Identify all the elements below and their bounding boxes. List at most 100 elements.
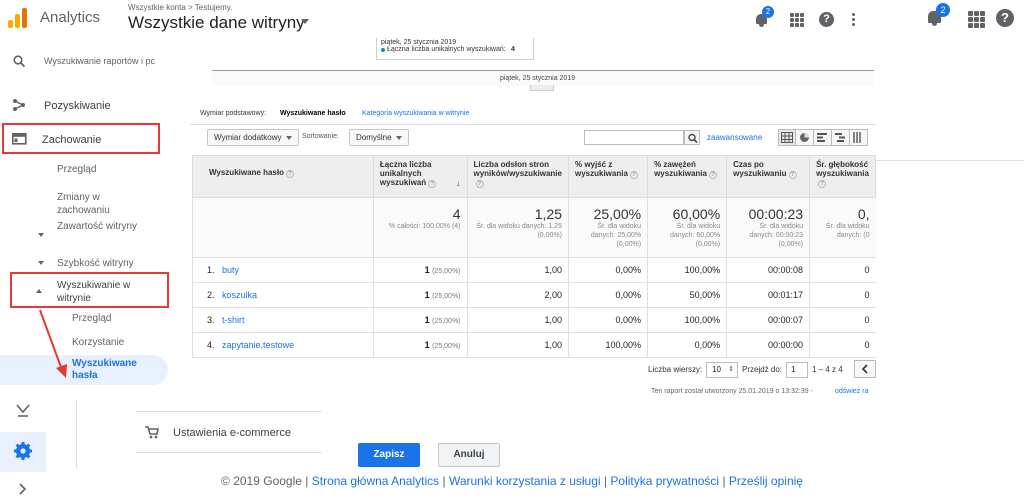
- sort-desc-arrow-icon[interactable]: ↓: [456, 178, 461, 188]
- top-bar: Analytics Wszystkie konta > Testujemy. W…: [0, 0, 1024, 40]
- totals-row: 4% całości: 100,00% (4) 1,25 Śr. dla wido…: [192, 197, 876, 258]
- column-header-time-after-search[interactable]: Czas po wyszukiwaniu?: [726, 155, 811, 198]
- cancel-button[interactable]: Anuluj: [438, 443, 500, 467]
- help-icon[interactable]: ?: [428, 180, 437, 188]
- apps-grid-icon-right[interactable]: [968, 11, 985, 28]
- help-icon[interactable]: ?: [819, 12, 834, 27]
- help-icon-right[interactable]: ?: [996, 9, 1014, 27]
- sidebar-item-search-terms[interactable]: Wyszukiwane hasła: [72, 358, 152, 382]
- sort-dropdown[interactable]: Domyślne: [349, 129, 409, 146]
- totals-cell: 60,00% Śr. dla widoku danych: 60,00% (0,0…: [647, 197, 727, 258]
- column-header-search-term[interactable]: Wyszukiwane hasło?: [192, 155, 374, 198]
- performance-view-icon[interactable]: [814, 129, 832, 146]
- table-row: 3. t-shirt 1 (25,00%) 1,00 0,00% 100,00%…: [192, 307, 876, 333]
- search-term-link[interactable]: zapytanie,testowe: [222, 340, 294, 350]
- comparison-view-icon[interactable]: [832, 129, 850, 146]
- expand-arrow-icon[interactable]: [38, 233, 44, 237]
- discover-icon[interactable]: [16, 404, 30, 418]
- goto-page-input[interactable]: 1: [786, 362, 808, 378]
- column-header-unique-searches[interactable]: Łączna liczba unikalnych wyszukiwań? ↓: [372, 155, 468, 198]
- primary-dimension-label: Wymiar podstawowy:: [200, 110, 267, 117]
- table-row: 4. zapytanie,testowe 1 (25,00%) 1,00 100…: [192, 332, 876, 358]
- ecommerce-settings-link[interactable]: Ustawienia e-commerce: [173, 427, 291, 439]
- analytics-logo-icon[interactable]: [8, 6, 30, 28]
- help-icon[interactable]: ?: [286, 170, 294, 178]
- goto-label: Przejdź do:: [742, 365, 783, 374]
- column-header-result-pageviews[interactable]: Liczba odsłon stron wyników/wyszukiwanie…: [466, 155, 569, 198]
- search-term-link[interactable]: t-shirt: [222, 315, 245, 325]
- column-header-search-refinements[interactable]: % zawężeń wyszukiwania?: [647, 155, 728, 198]
- behavior-icon: [12, 133, 27, 145]
- sidebar-item-search-overview[interactable]: Przegląd: [72, 313, 111, 324]
- sidebar-item-behavior[interactable]: Zachowanie: [42, 134, 101, 146]
- notification-badge-right: 2: [936, 3, 950, 17]
- table-filter-input[interactable]: [584, 130, 684, 145]
- notification-badge: 2: [762, 6, 774, 18]
- sidebar: Wyszukiwanie raportów i pc Pozyskiwanie …: [0, 40, 190, 398]
- chart-x-label: piątek, 25 stycznia 2019: [500, 75, 576, 82]
- tooltip-date: piątek, 25 stycznia 2019: [381, 39, 457, 46]
- page-range: 1 – 4 z 4: [812, 365, 843, 374]
- sidebar-item-acquisition[interactable]: Pozyskiwanie: [44, 100, 111, 112]
- search-icon: [13, 55, 25, 67]
- shopping-cart-icon: [145, 426, 159, 439]
- collapse-arrow-icon[interactable]: [36, 289, 42, 293]
- search-icon: [688, 133, 698, 144]
- save-button[interactable]: Zapisz: [358, 443, 420, 467]
- app-name: Analytics: [40, 9, 101, 26]
- sidebar-item-site-content[interactable]: Zawartość witryny: [57, 220, 137, 233]
- panel-divider: [136, 452, 322, 453]
- footer-terms-link[interactable]: Warunki korzystania z usługi: [449, 474, 601, 488]
- table-row: 2. koszulka 1 (25,00%) 2,00 0,00% 50,00%…: [192, 282, 876, 308]
- alt-dimension-link[interactable]: Kategoria wyszukiwania w witrynie: [362, 110, 469, 117]
- property-selector[interactable]: Wszystkie dane witryny: [128, 13, 305, 33]
- table-view-icon[interactable]: [778, 129, 796, 146]
- chevron-left-icon: [861, 364, 868, 374]
- sidebar-item-overview[interactable]: Przegląd: [57, 164, 96, 175]
- help-icon[interactable]: ?: [818, 180, 827, 188]
- footer-privacy-link[interactable]: Polityka prywatności: [610, 474, 719, 488]
- secondary-dimension-dropdown[interactable]: Wymiar dodatkowy: [207, 129, 299, 146]
- footer-feedback-link[interactable]: Prześlij opinię: [729, 474, 803, 488]
- divider: [876, 160, 1024, 161]
- chevron-down-icon: [285, 135, 292, 140]
- help-icon[interactable]: ?: [629, 171, 638, 179]
- report-search-input[interactable]: Wyszukiwanie raportów i pc: [44, 56, 155, 66]
- pie-view-icon[interactable]: [796, 129, 814, 146]
- rows-per-page-select[interactable]: 10 ⇕: [706, 362, 738, 378]
- totals-cell: 1,25 Śr. dla widoku danych: 1,25 (0,00%): [466, 197, 569, 258]
- chevron-down-icon[interactable]: [301, 19, 309, 24]
- breadcrumb[interactable]: Wszystkie konta > Testujemy.: [128, 3, 232, 12]
- admin-gear-icon[interactable]: [14, 442, 32, 460]
- filter-search-button[interactable]: [684, 130, 700, 145]
- sort-label: Sortowanie:: [302, 133, 339, 140]
- report-generated-text: Ten raport został utworzony 25.01.2019 o…: [651, 388, 813, 395]
- previous-page-button[interactable]: [854, 360, 876, 378]
- advanced-filter-link[interactable]: zaawansowane: [707, 133, 762, 142]
- totals-cell: 0, Śr. dla widoku danych: (0: [809, 197, 876, 258]
- sidebar-item-site-search[interactable]: Wyszukiwanie w witrynie: [57, 279, 152, 305]
- sidebar-item-site-speed[interactable]: Szybkość witryny: [57, 258, 134, 269]
- help-icon[interactable]: ?: [708, 171, 717, 179]
- annotation-arrow: [39, 309, 67, 378]
- more-vert-icon[interactable]: [852, 13, 856, 27]
- chart-drag-handle[interactable]: [530, 85, 554, 91]
- totals-cell: 25,00% Śr. dla widoku danych: 25,00% (0,0…: [567, 197, 648, 258]
- apps-grid-icon[interactable]: [790, 13, 804, 27]
- column-header-search-exits[interactable]: % wyjść z wyszukiwania?: [567, 155, 649, 198]
- sidebar-item-usage[interactable]: Korzystanie: [72, 337, 124, 348]
- help-icon[interactable]: ?: [475, 180, 484, 188]
- pivot-view-icon[interactable]: [850, 129, 868, 146]
- search-term-link[interactable]: buty: [222, 265, 239, 275]
- expand-arrow-icon[interactable]: [38, 261, 44, 265]
- help-icon[interactable]: ?: [788, 171, 797, 179]
- report-panel: piątek, 25 stycznia 2019 Łączna liczba u…: [190, 38, 876, 398]
- acquisition-icon: [13, 99, 25, 111]
- refresh-report-link[interactable]: odśwież ra: [835, 388, 868, 395]
- totals-label-cell: [192, 197, 374, 258]
- series-dot-icon: [381, 48, 385, 52]
- search-term-link[interactable]: koszulka: [222, 290, 257, 300]
- column-header-search-depth[interactable]: Śr. głębokość wyszukiwania?: [809, 155, 876, 198]
- footer-home-link[interactable]: Strona główna Analytics: [312, 474, 439, 488]
- sidebar-item-behavior-flow[interactable]: Zmiany w zachowaniu: [57, 191, 137, 217]
